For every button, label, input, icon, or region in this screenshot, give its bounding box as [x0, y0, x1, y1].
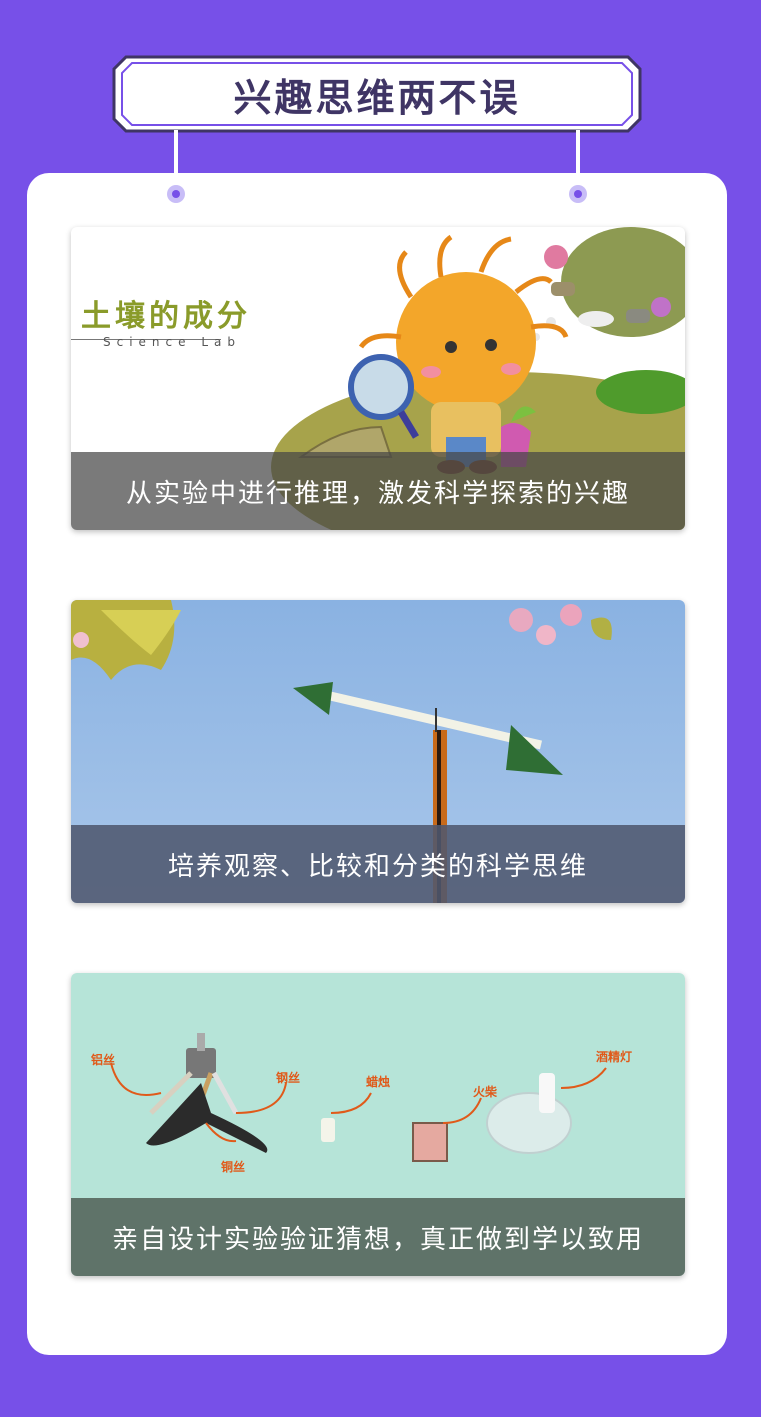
panel-soil-lab: 土壤的成分 Science Lab 从实验中进行推理，激发科学探索的兴趣: [71, 227, 685, 530]
label-alcohol-lamp: 酒精灯: [596, 1050, 633, 1064]
hang-dot-right: [569, 185, 587, 203]
label-candle: 蜡烛: [366, 1075, 391, 1089]
label-copper-wire: 铜丝: [221, 1160, 246, 1174]
panel-caption: 培养观察、比较和分类的科学思维: [71, 825, 685, 903]
page-title: 兴趣思维两不误: [233, 75, 521, 120]
label-aluminum-wire: 铝丝: [91, 1053, 116, 1067]
panel-caption: 亲自设计实验验证猜想，真正做到学以致用: [71, 1198, 685, 1276]
panel-caption: 从实验中进行推理，激发科学探索的兴趣: [71, 452, 685, 530]
hang-dot-left: [167, 185, 185, 203]
panel-wind-vane: 培养观察、比较和分类的科学思维: [71, 600, 685, 903]
panel-experiment: 铝丝 钢丝 铜丝 蜡烛 火柴 酒精灯 亲自设计实验验证猜想，真正做到学以致用: [71, 973, 685, 1276]
logo-subtitle: Science Lab: [103, 335, 241, 349]
title-banner: 兴趣思维两不误: [112, 55, 642, 133]
label-matches: 火柴: [473, 1085, 498, 1099]
label-steel-wire: 钢丝: [276, 1071, 301, 1085]
logo-title: 土壤的成分: [81, 299, 251, 334]
